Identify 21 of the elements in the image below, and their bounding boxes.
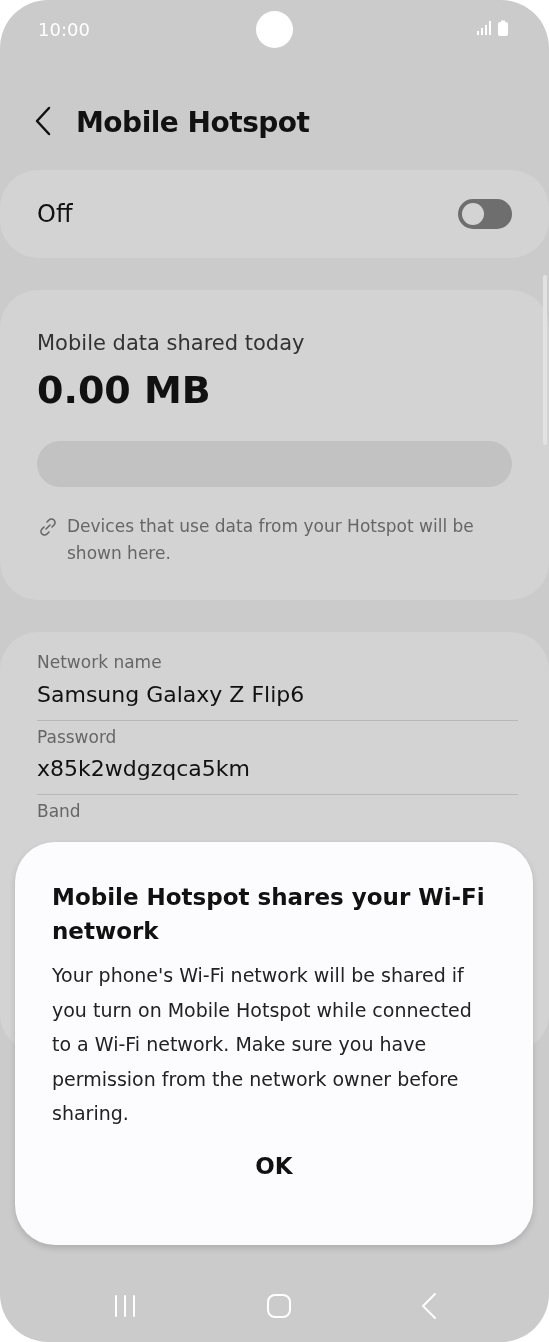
setting-label: Band bbox=[37, 800, 82, 823]
setting-label: Network name bbox=[37, 651, 163, 674]
page-title: Mobile Hotspot bbox=[76, 105, 310, 141]
dialog-message: Your phone's Wi-Fi network will be shared if you turn on Mobile Hotspot while connected to a Wi-Fi network. Make sure you have permission from the network owner before sharing. bbox=[52, 963, 473, 1126]
home-icon[interactable] bbox=[265, 1293, 292, 1319]
usage-label: Mobile data shared today bbox=[37, 330, 306, 357]
setting-value: x85k2wdgzqca5km bbox=[37, 755, 251, 783]
usage-amount: 0.00 MB bbox=[37, 366, 212, 414]
setting-value: Samsung Galaxy Z Flip6 bbox=[37, 680, 306, 709]
back-icon[interactable] bbox=[34, 106, 52, 136]
dialog-title: Mobile Hotspot shares your Wi-Fi network bbox=[52, 883, 486, 946]
toggle-switch[interactable] bbox=[458, 199, 512, 229]
link-icon bbox=[37, 515, 59, 538]
status-icons bbox=[477, 20, 511, 38]
camera-cutout bbox=[256, 11, 293, 48]
usage-note: Devices that use data from your Hotspot will be shown here. bbox=[67, 514, 475, 565]
toggle-label: Off bbox=[37, 199, 73, 230]
toggle-card[interactable]: Off bbox=[0, 170, 549, 258]
recent-apps-icon[interactable] bbox=[112, 1294, 137, 1318]
setting-label: Password bbox=[37, 725, 118, 749]
ok-button[interactable]: OK bbox=[235, 1144, 313, 1187]
